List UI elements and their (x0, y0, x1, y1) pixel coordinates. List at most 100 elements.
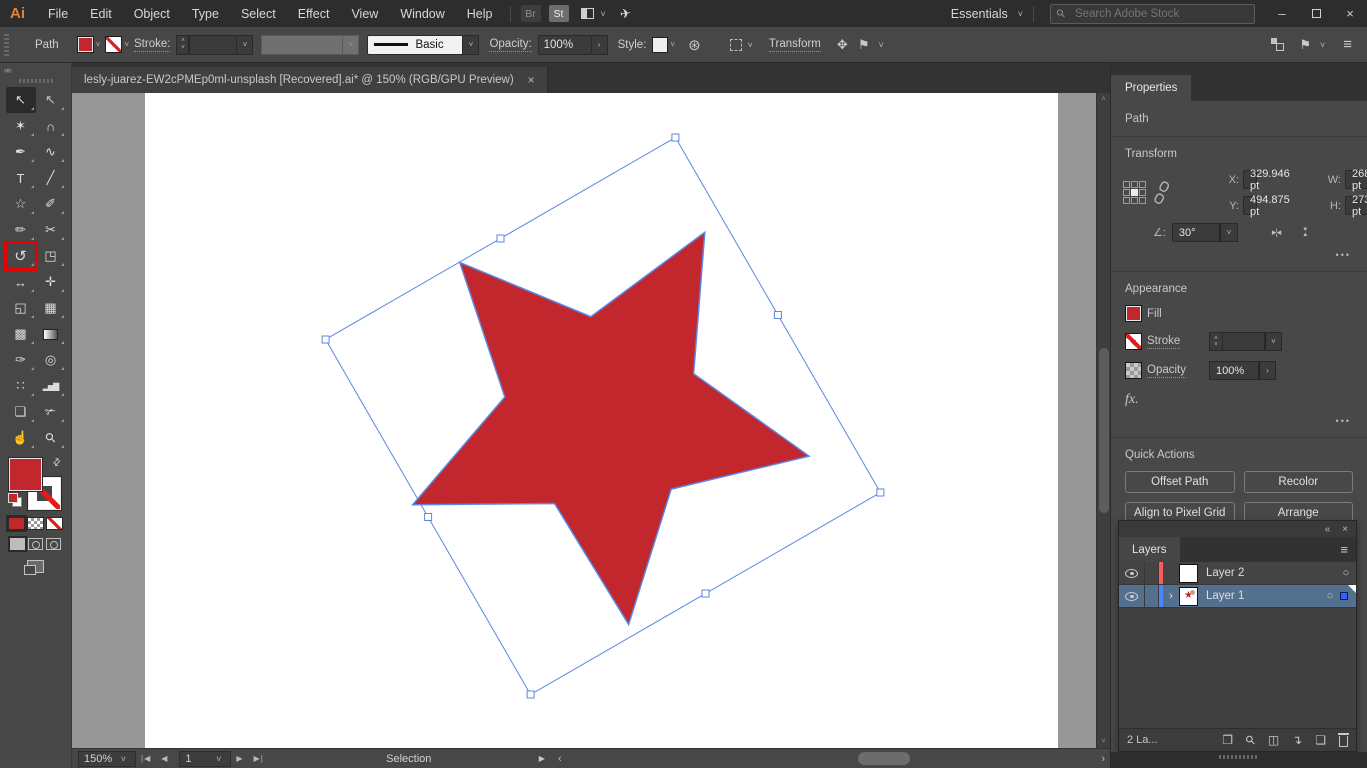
magic-wand-tool[interactable]: ✶ (6, 113, 36, 139)
stroke-weight-stepper[interactable]: ˄˅ (1209, 332, 1223, 351)
chevron-down-icon[interactable]: ˅ (597, 9, 610, 19)
expand-arrow[interactable]: › (1163, 590, 1179, 602)
screen-mode-button[interactable] (27, 560, 44, 573)
recolor-button[interactable]: Recolor (1244, 471, 1354, 493)
close-tab-icon[interactable]: × (528, 73, 535, 87)
chevron-down-icon[interactable]: ˅ (463, 35, 479, 55)
opacity-swatch[interactable] (1125, 362, 1142, 379)
canvas[interactable]: ˄ ˅ (72, 93, 1110, 748)
search-input[interactable] (1050, 4, 1255, 24)
chevron-down-icon[interactable]: ˅ (668, 40, 680, 49)
zoom-level-select[interactable]: 150% ˅ (78, 751, 136, 767)
collect-for-export-icon[interactable]: ❐ (1222, 733, 1233, 747)
collapse-panel-icon[interactable]: «« (0, 63, 71, 77)
selection-handle[interactable] (425, 514, 432, 521)
stock-button[interactable]: St (549, 5, 569, 22)
chevron-down-icon[interactable]: ˅ (237, 35, 253, 55)
default-fill-stroke-icon[interactable] (8, 493, 22, 507)
vertical-scrollbar[interactable]: ˄ ˅ (1096, 93, 1110, 748)
selection-handle[interactable] (702, 590, 709, 597)
visibility-toggle[interactable] (1119, 562, 1145, 584)
panel-menu-icon[interactable]: ≡ (1343, 36, 1352, 53)
selection-handle[interactable] (774, 312, 781, 319)
previous-artboard-button[interactable]: ◀ (156, 754, 173, 763)
artboard-tool[interactable]: ❏ (6, 399, 36, 425)
scroll-right-icon[interactable]: › (1096, 753, 1110, 765)
fill-color-swatch[interactable] (77, 36, 94, 53)
offset-path-button[interactable]: Offset Path (1125, 471, 1235, 493)
graphic-style-swatch[interactable] (652, 37, 668, 53)
rotate-tool[interactable]: ↺ (6, 243, 36, 269)
transform-link[interactable]: Transform (769, 38, 821, 52)
menu-edit[interactable]: Edit (79, 7, 123, 21)
type-tool[interactable]: T (6, 165, 36, 191)
stroke-weight-field[interactable] (1223, 332, 1265, 351)
gradient-button[interactable] (27, 517, 44, 530)
y-field[interactable]: 494.875 pt (1243, 196, 1257, 215)
width-tool[interactable]: ↔ (6, 269, 36, 295)
fill-proxy-swatch[interactable] (9, 458, 42, 491)
horizontal-scrollbar[interactable] (567, 749, 1097, 768)
swap-fill-stroke-icon[interactable]: ⇄ (50, 456, 64, 470)
none-button[interactable] (46, 517, 63, 530)
scale-tool[interactable]: ◳ (36, 243, 66, 269)
chevron-down-icon[interactable]: ˅ (1220, 223, 1238, 242)
chevron-down-icon[interactable]: ˅ (94, 40, 106, 49)
transform-more-options[interactable]: ••• (1111, 242, 1367, 260)
locate-object-icon[interactable]: ⚲ (1242, 732, 1258, 748)
layer-row[interactable]: Layer 2 ○ (1119, 562, 1356, 585)
opacity-label[interactable]: Opacity: (489, 38, 531, 52)
restore-button[interactable] (1299, 1, 1333, 26)
hand-tool[interactable]: ☝ (6, 425, 36, 451)
opacity-field[interactable]: 100% (1209, 361, 1259, 380)
visibility-toggle[interactable] (1119, 585, 1145, 607)
eyedropper-tool[interactable]: ✑ (6, 347, 36, 373)
curvature-tool[interactable]: ∿ (36, 139, 66, 165)
delete-layer-icon[interactable] (1339, 736, 1348, 747)
first-artboard-button[interactable]: |◀ (136, 754, 156, 763)
draw-behind-button[interactable] (28, 538, 43, 550)
shape-builder-tool[interactable]: ◱ (6, 295, 36, 321)
lock-toggle[interactable] (1145, 562, 1159, 584)
menu-type[interactable]: Type (181, 7, 230, 21)
symbol-sprayer-tool[interactable]: ∷ (6, 373, 36, 399)
new-layer-icon[interactable]: ❏ (1315, 733, 1326, 747)
reference-point-locator[interactable] (1123, 181, 1153, 204)
layer-name[interactable]: Layer 2 (1206, 567, 1336, 579)
stroke-swatch[interactable] (1125, 333, 1142, 350)
collapse-panel-icon[interactable]: « (1325, 524, 1331, 535)
scroll-left-icon[interactable]: ‹ (553, 753, 567, 765)
chevron-down-icon[interactable]: ˅ (1265, 332, 1282, 351)
line-segment-tool[interactable]: ╱ (36, 165, 66, 191)
puppet-warp-tool[interactable]: ✛ (36, 269, 66, 295)
stroke-color-swatch[interactable] (105, 36, 122, 53)
arrange-documents-icon[interactable] (581, 8, 594, 19)
stroke-weight-label[interactable]: Stroke: (134, 38, 170, 52)
menu-help[interactable]: Help (456, 7, 504, 21)
chevron-down-icon[interactable]: ˅ (1316, 40, 1329, 50)
selection-handle[interactable] (877, 489, 884, 496)
menu-effect[interactable]: Effect (287, 7, 341, 21)
gradient-tool[interactable] (36, 321, 66, 347)
panel-resize-grip[interactable] (1219, 755, 1259, 759)
chevron-down-icon[interactable]: ˅ (874, 40, 887, 50)
layer-name[interactable]: Layer 1 (1206, 590, 1320, 602)
selection-tool[interactable]: ↖ (6, 87, 36, 113)
panel-grip[interactable] (19, 79, 53, 83)
document-tab[interactable]: lesly-juarez-EW2cPMEp0ml-unsplash [Recov… (72, 67, 548, 93)
perspective-grid-tool[interactable]: ▦ (36, 295, 66, 321)
x-field[interactable]: 329.946 pt (1243, 170, 1257, 189)
layer-thumbnail[interactable] (1179, 564, 1198, 583)
stroke-weight-field[interactable] (189, 35, 237, 55)
layer-row-selected[interactable]: › ★ Layer 1 ○ (1119, 585, 1356, 608)
minimize-button[interactable]: – (1265, 1, 1299, 26)
layer-thumbnail[interactable]: ★ (1179, 587, 1198, 606)
workspace-switcher[interactable]: Essentials (945, 7, 1014, 21)
close-button[interactable]: × (1333, 1, 1367, 26)
chevron-right-icon[interactable]: › (1259, 361, 1276, 380)
vertical-scroll-thumb[interactable] (1099, 348, 1109, 513)
chevron-down-icon[interactable]: ˅ (122, 40, 134, 49)
menu-select[interactable]: Select (230, 7, 287, 21)
stroke-label[interactable]: Stroke (1147, 335, 1180, 349)
next-artboard-button[interactable]: ▶ (231, 754, 248, 763)
